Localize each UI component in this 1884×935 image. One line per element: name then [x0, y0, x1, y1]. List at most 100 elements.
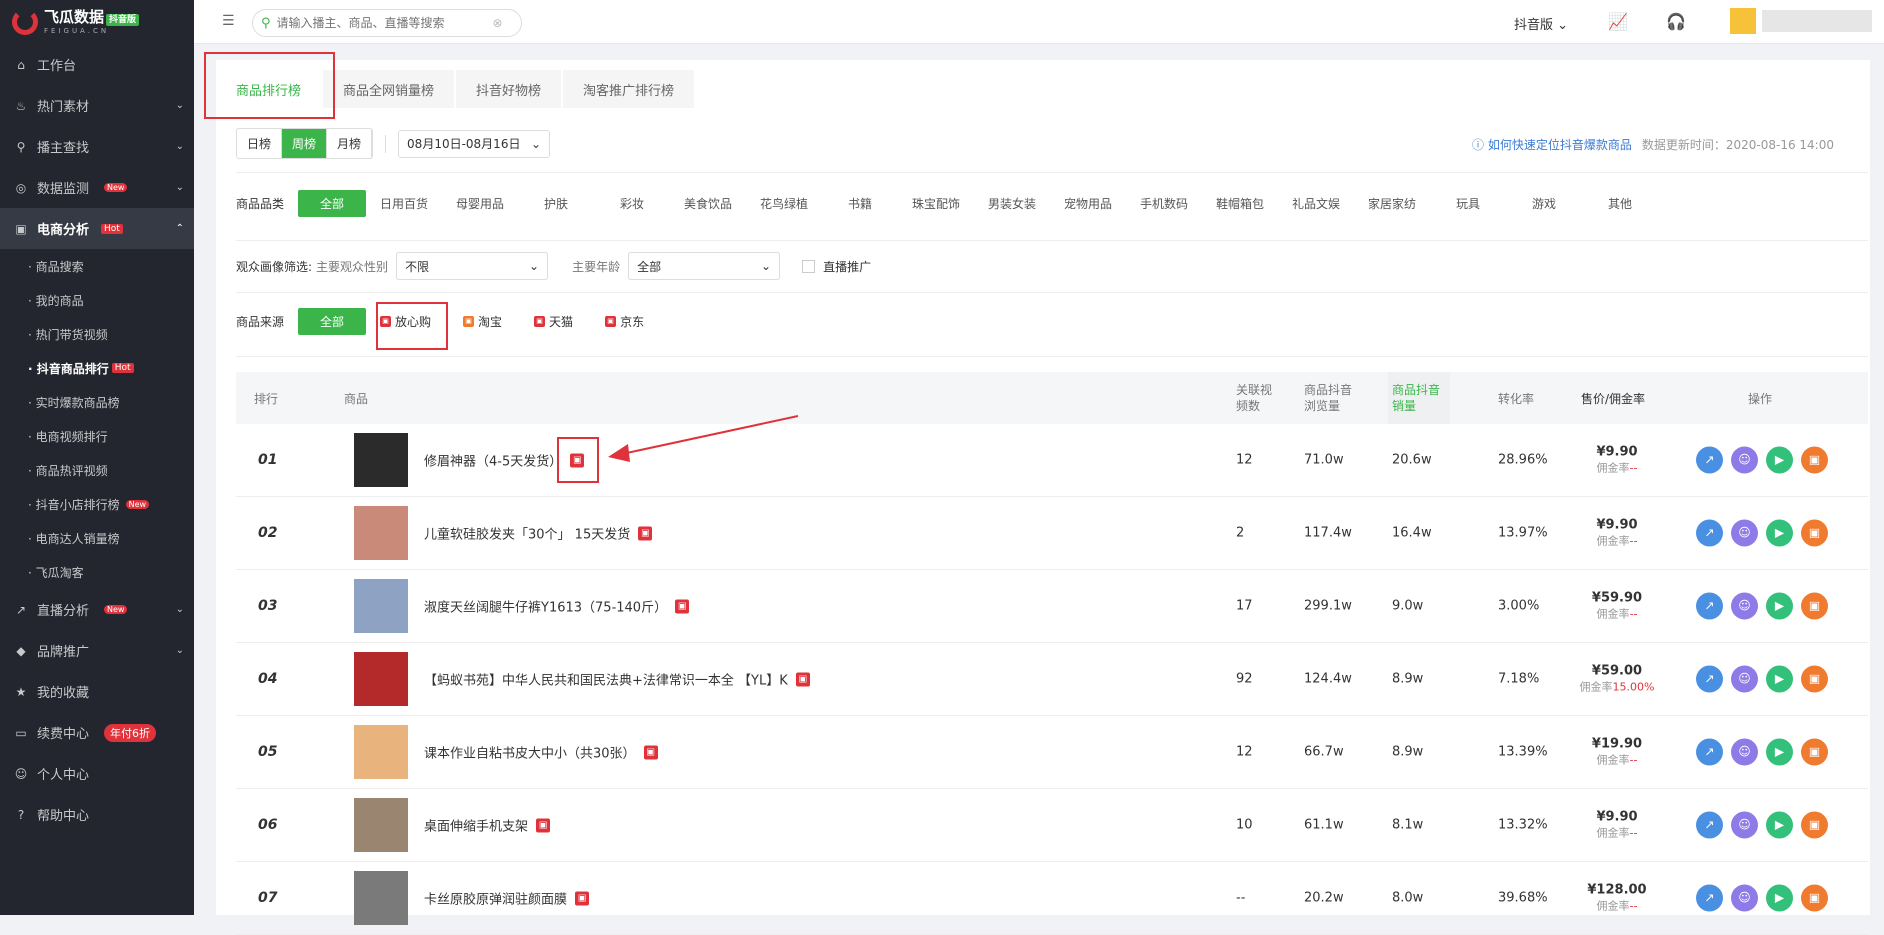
- user-circle-icon[interactable]: ☺: [1731, 738, 1758, 766]
- platform-dropdown[interactable]: 抖音版 ⌄: [1514, 14, 1568, 33]
- play-icon[interactable]: ▶: [1766, 519, 1793, 547]
- product-name-cell[interactable]: 桌面伸缩手机支架 ▣: [424, 816, 551, 835]
- category-option[interactable]: 手机数码: [1126, 195, 1202, 212]
- play-icon[interactable]: ▶: [1766, 592, 1793, 620]
- live-checkbox[interactable]: [802, 259, 816, 273]
- user-circle-icon[interactable]: ☺: [1731, 811, 1758, 839]
- headset-icon[interactable]: 🎧: [1666, 12, 1686, 31]
- category-option[interactable]: 护肤: [518, 195, 594, 212]
- user-circle-icon[interactable]: ☺: [1731, 519, 1758, 547]
- sidebar-subitem[interactable]: · 实时爆款商品榜: [0, 385, 194, 419]
- sidebar-subitem[interactable]: · 抖音小店排行榜 New: [0, 487, 194, 521]
- gender-select[interactable]: 不限 ⌄: [396, 252, 549, 280]
- product-thumbnail[interactable]: [354, 725, 408, 779]
- date-range-select[interactable]: 08月10日-08月16日 ⌄: [398, 129, 551, 158]
- category-all-button[interactable]: 全部: [298, 190, 367, 217]
- help-link[interactable]: ⓘ 如何快速定位抖音爆款商品: [1472, 138, 1632, 152]
- sidebar-item-card[interactable]: ▭ 续费中心 年付6折: [0, 712, 194, 753]
- trend-icon[interactable]: ↗: [1696, 811, 1723, 839]
- category-option[interactable]: 男装女装: [974, 195, 1050, 212]
- source-option[interactable]: ▣ 天猫: [534, 313, 573, 330]
- product-thumbnail[interactable]: [354, 652, 408, 706]
- category-option[interactable]: 其他: [1582, 195, 1658, 212]
- chart-icon[interactable]: 📈: [1608, 12, 1628, 31]
- category-option[interactable]: 彩妆: [594, 195, 670, 212]
- user-circle-icon[interactable]: ☺: [1731, 665, 1758, 693]
- play-icon[interactable]: ▶: [1766, 446, 1793, 474]
- category-option[interactable]: 宠物用品: [1050, 195, 1126, 212]
- username-blurred[interactable]: [1762, 10, 1872, 32]
- sidebar-item-star[interactable]: ★ 我的收藏: [0, 671, 194, 712]
- product-name-cell[interactable]: 淑度天丝阔腿牛仔裤Y1613（75-140斤） ▣: [424, 597, 690, 616]
- play-icon[interactable]: ▶: [1766, 811, 1793, 839]
- shop-icon[interactable]: ▣: [675, 599, 690, 613]
- shop-icon[interactable]: ▣: [1801, 519, 1828, 547]
- sidebar-subitem[interactable]: · 电商视频排行: [0, 419, 194, 453]
- sidebar-item-live[interactable]: ↗ 直播分析 New ⌄: [0, 589, 194, 630]
- trend-icon[interactable]: ↗: [1696, 738, 1723, 766]
- shop-icon[interactable]: ▣: [643, 745, 658, 759]
- clear-icon[interactable]: ⊗: [493, 16, 503, 30]
- col-sales[interactable]: 商品抖音销量: [1388, 372, 1450, 424]
- col-conv[interactable]: 转化率: [1498, 390, 1534, 407]
- product-thumbnail[interactable]: [354, 871, 408, 925]
- user-circle-icon[interactable]: ☺: [1731, 592, 1758, 620]
- product-name-cell[interactable]: 课本作业自粘书皮大中小（共30张） ▣: [424, 743, 658, 762]
- avatar[interactable]: [1730, 8, 1756, 34]
- play-icon[interactable]: ▶: [1766, 665, 1793, 693]
- trend-icon[interactable]: ↗: [1696, 592, 1723, 620]
- tab-3[interactable]: 淘客推广排行榜: [563, 70, 695, 108]
- category-option[interactable]: 游戏: [1506, 195, 1582, 212]
- shop-icon[interactable]: ▣: [536, 818, 551, 832]
- play-icon[interactable]: ▶: [1766, 884, 1793, 912]
- sidebar-subitem[interactable]: · 我的商品: [0, 283, 194, 317]
- sidebar-item-monitor[interactable]: ◎ 数据监测 New ⌄: [0, 167, 194, 208]
- product-thumbnail[interactable]: [354, 798, 408, 852]
- user-circle-icon[interactable]: ☺: [1731, 884, 1758, 912]
- product-name-cell[interactable]: 【蚂蚁书苑】中华人民共和国民法典+法律常识一本全 【YL】K ▣: [424, 670, 810, 689]
- sidebar-item-ecommerce[interactable]: ▣ 电商分析 Hot ⌃: [0, 208, 194, 249]
- source-option[interactable]: ▣ 京东: [605, 313, 644, 330]
- shop-icon[interactable]: ▣: [1801, 446, 1828, 474]
- category-option[interactable]: 美食饮品: [670, 195, 746, 212]
- sidebar-subitem[interactable]: · 电商达人销量榜: [0, 521, 194, 555]
- period-option[interactable]: 日榜: [237, 129, 283, 158]
- sidebar-item-fire[interactable]: ♨ 热门素材 ⌄: [0, 85, 194, 126]
- category-option[interactable]: 花鸟绿植: [746, 195, 822, 212]
- tab-2[interactable]: 抖音好物榜: [456, 70, 562, 108]
- sidebar-item-user[interactable]: ☺ 个人中心: [0, 753, 194, 794]
- menu-toggle-icon[interactable]: ☰: [222, 13, 235, 29]
- trend-icon[interactable]: ↗: [1696, 446, 1723, 474]
- category-option[interactable]: 珠宝配饰: [898, 195, 974, 212]
- category-option[interactable]: 家居家纺: [1354, 195, 1430, 212]
- col-price[interactable]: 售价/佣金率: [1581, 390, 1645, 407]
- source-option[interactable]: ▣ 淘宝: [463, 313, 502, 330]
- sidebar-item-home[interactable]: ⌂ 工作台: [0, 44, 194, 85]
- trend-icon[interactable]: ↗: [1696, 884, 1723, 912]
- brand-logo[interactable]: 飞瓜数据 抖音版 FEIGUA.CN: [0, 0, 194, 44]
- col-videos[interactable]: 关联视频数: [1236, 382, 1280, 414]
- product-name-cell[interactable]: 儿童软硅胶发夹「30个」 15天发货 ▣: [424, 524, 653, 543]
- product-thumbnail[interactable]: [354, 433, 408, 487]
- category-option[interactable]: 礼品文娱: [1278, 195, 1354, 212]
- search-box[interactable]: ⚲ ⊗: [252, 9, 522, 37]
- source-all-button[interactable]: 全部: [298, 308, 367, 335]
- shop-icon[interactable]: ▣: [575, 891, 590, 905]
- sidebar-subitem[interactable]: · 热门带货视频: [0, 317, 194, 351]
- sidebar-subitem[interactable]: · 商品搜索: [0, 249, 194, 283]
- sidebar-subitem[interactable]: · 抖音商品排行 Hot: [0, 351, 194, 385]
- shop-icon[interactable]: ▣: [1801, 665, 1828, 693]
- category-option[interactable]: 玩具: [1430, 195, 1506, 212]
- sidebar-item-search[interactable]: ⚲ 播主查找 ⌄: [0, 126, 194, 167]
- shop-icon[interactable]: ▣: [795, 672, 810, 686]
- tab-1[interactable]: 商品全网销量榜: [323, 70, 455, 108]
- product-thumbnail[interactable]: [354, 579, 408, 633]
- category-option[interactable]: 鞋帽箱包: [1202, 195, 1278, 212]
- trend-icon[interactable]: ↗: [1696, 519, 1723, 547]
- shop-icon[interactable]: ▣: [1801, 884, 1828, 912]
- shop-icon[interactable]: ▣: [1801, 811, 1828, 839]
- product-thumbnail[interactable]: [354, 506, 408, 560]
- sidebar-item-help[interactable]: ? 帮助中心: [0, 794, 194, 835]
- shop-icon[interactable]: ▣: [1801, 592, 1828, 620]
- trend-icon[interactable]: ↗: [1696, 665, 1723, 693]
